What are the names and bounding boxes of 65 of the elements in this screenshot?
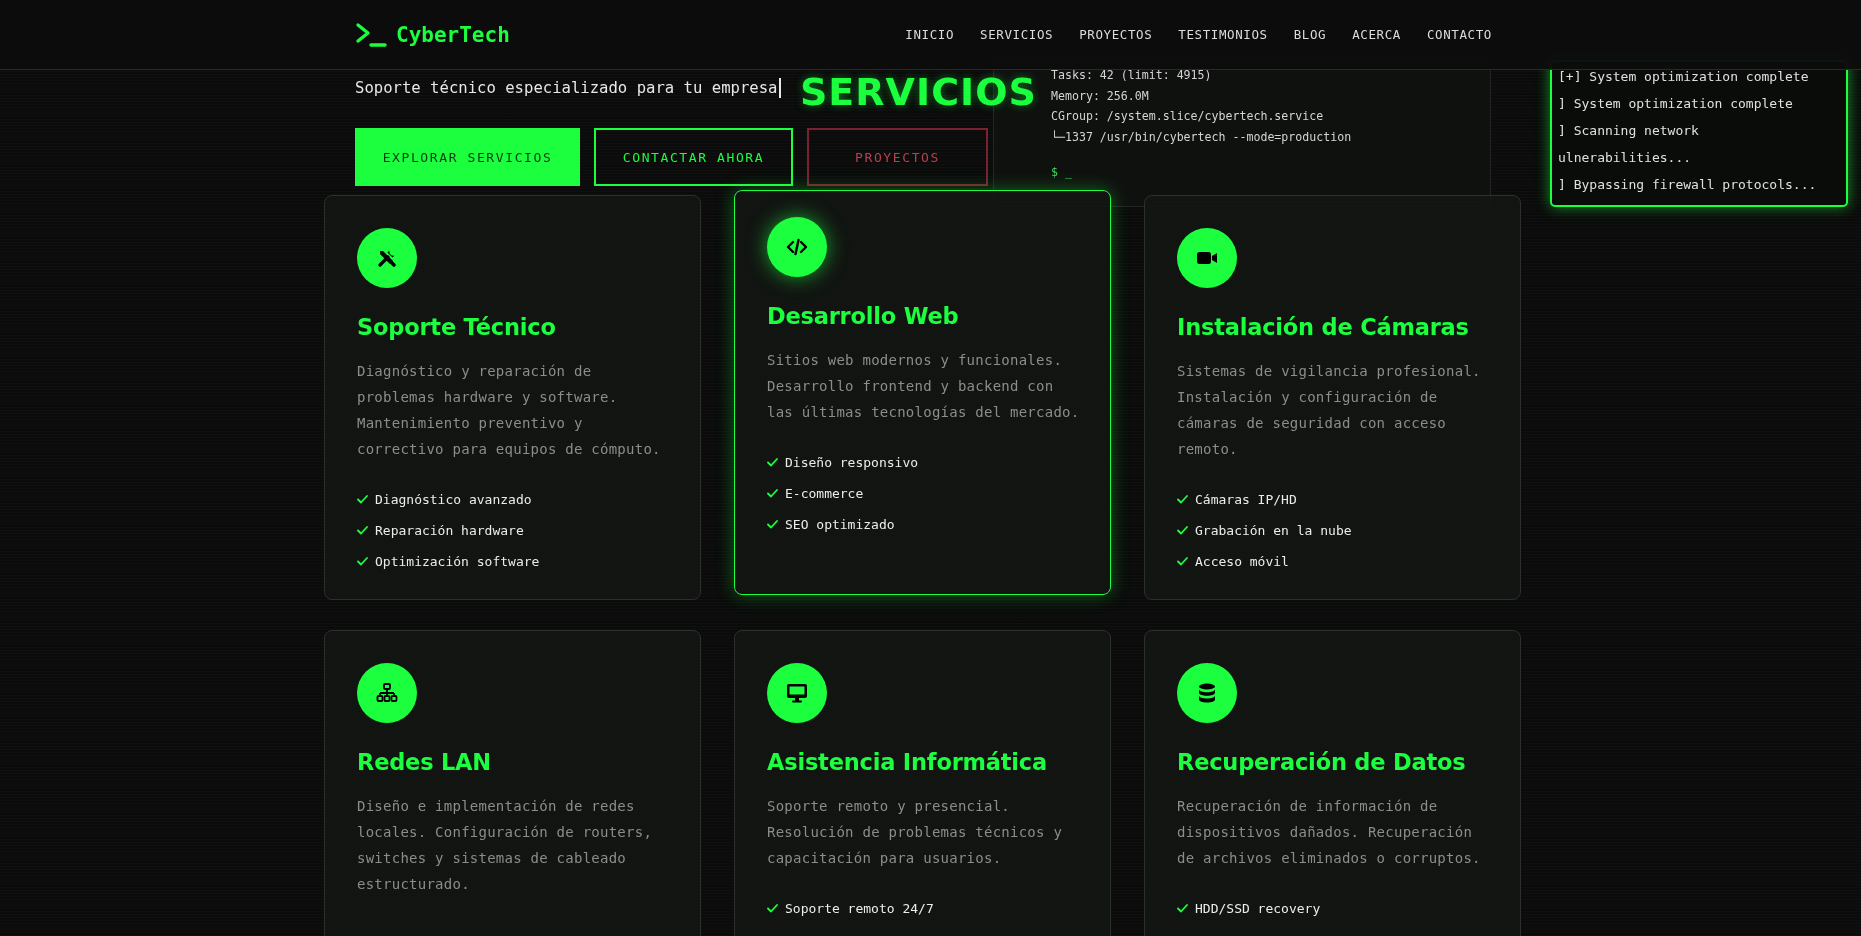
database-icon <box>1177 663 1237 723</box>
log-line: ] System optimization complete <box>1558 95 1794 113</box>
card-title: Redes LAN <box>357 749 492 775</box>
check-icon <box>357 495 368 504</box>
code-icon <box>767 217 827 277</box>
feature-text: Optimización software <box>375 554 540 569</box>
card-description: Recuperación de información de dispositivos dañados. Recuperación de archivos eliminados o corruptos. <box>1177 797 1482 868</box>
check-icon <box>357 526 368 535</box>
check-icon <box>1177 495 1188 504</box>
nav-link[interactable]: PROYECTOS <box>1079 27 1153 42</box>
log-line: ] Scanning network <box>1558 122 1700 140</box>
nav-link[interactable]: BLOG <box>1293 27 1327 42</box>
section-title: SERVICIOS <box>800 70 1037 114</box>
hero-subtitle: Soporte técnico especializado para tu empresa <box>355 79 778 97</box>
nav-link[interactable]: ACERCA <box>1352 27 1401 42</box>
card-title: Soporte Técnico <box>357 314 557 340</box>
explore-button[interactable]: EXPLORAR SERVICIOS <box>355 128 580 186</box>
check-icon <box>1177 526 1188 535</box>
card-description: Diagnóstico y reparación de problemas hardware y software. Mantenimiento preventivo y correctivo para equipos de cómputo. <box>357 362 662 459</box>
nav-link[interactable]: CONTACTO <box>1427 27 1492 42</box>
terminal-prompt: $ _ <box>1051 164 1073 181</box>
card-title: Recuperación de Datos <box>1177 749 1467 775</box>
wrench-screwdriver-icon <box>357 228 417 288</box>
terminal-line: └─1337 /usr/bin/cybertech --mode=production <box>1051 128 1353 146</box>
logo-text[interactable]: CyberTech <box>396 22 510 47</box>
check-icon <box>767 520 778 529</box>
log-line: ] Bypassing firewall protocols... <box>1558 176 1818 194</box>
monitor-icon <box>767 663 827 723</box>
terminal-prompt-icon <box>355 21 387 48</box>
terminal-line: Tasks: 42 (limit: 4915) <box>1051 67 1213 84</box>
card-description: Sistemas de vigilancia profesional. Instalación y configuración de cámaras de seguridad con acceso remoto. <box>1177 362 1482 459</box>
check-icon <box>1177 904 1188 913</box>
card-title: Instalación de Cámaras <box>1177 314 1470 340</box>
card-description: Diseño e implementación de redes locales. Configuración de routers, switches y sistemas de cableado estructurado. <box>357 797 654 894</box>
terminal-line: Memory: 256.0M <box>1051 87 1150 105</box>
terminal-line: CGroup: /system.slice/cybertech.service <box>1051 108 1325 125</box>
video-camera-icon <box>1177 228 1237 288</box>
nav-link[interactable]: SERVICIOS <box>980 27 1054 42</box>
feature-text: HDD/SSD recovery <box>1195 901 1321 916</box>
check-icon <box>767 458 778 467</box>
card-description: Soporte remoto y presencial. Resolución de problemas técnicos y capacitación para usuarios. <box>767 797 1064 868</box>
check-icon <box>357 557 368 566</box>
network-icon <box>357 663 417 723</box>
feature-text: E-commerce <box>785 486 864 501</box>
card-description: Sitios web modernos y funcionales. Desarrollo frontend y backend con las últimas tecnologías del mercado. <box>767 351 1081 422</box>
check-icon <box>1177 557 1188 566</box>
contact-button[interactable]: CONTACTAR AHORA <box>594 128 793 186</box>
text-cursor <box>779 78 782 98</box>
log-line: ulnerabilities... <box>1558 149 1693 167</box>
feature-text: Diseño responsivo <box>785 455 919 470</box>
nav-link[interactable]: INICIO <box>905 27 955 42</box>
card-title: Desarrollo Web <box>767 303 960 329</box>
projects-button[interactable]: PROYECTOS <box>807 128 988 186</box>
feature-text: Diagnóstico avanzado <box>375 492 532 507</box>
feature-text: Soporte remoto 24/7 <box>785 901 934 916</box>
check-icon <box>767 904 778 913</box>
log-line: [+] System optimization complete <box>1558 68 1810 86</box>
feature-text: Grabación en la nube <box>1195 523 1352 538</box>
feature-text: Acceso móvil <box>1195 554 1289 569</box>
feature-text: Reparación hardware <box>375 523 524 538</box>
feature-text: SEO optimizado <box>785 517 895 532</box>
feature-text: Cámaras IP/HD <box>1195 492 1297 507</box>
card-title: Asistencia Informática <box>767 749 1048 775</box>
nav-link[interactable]: TESTIMONIOS <box>1178 27 1268 42</box>
check-icon <box>767 489 778 498</box>
